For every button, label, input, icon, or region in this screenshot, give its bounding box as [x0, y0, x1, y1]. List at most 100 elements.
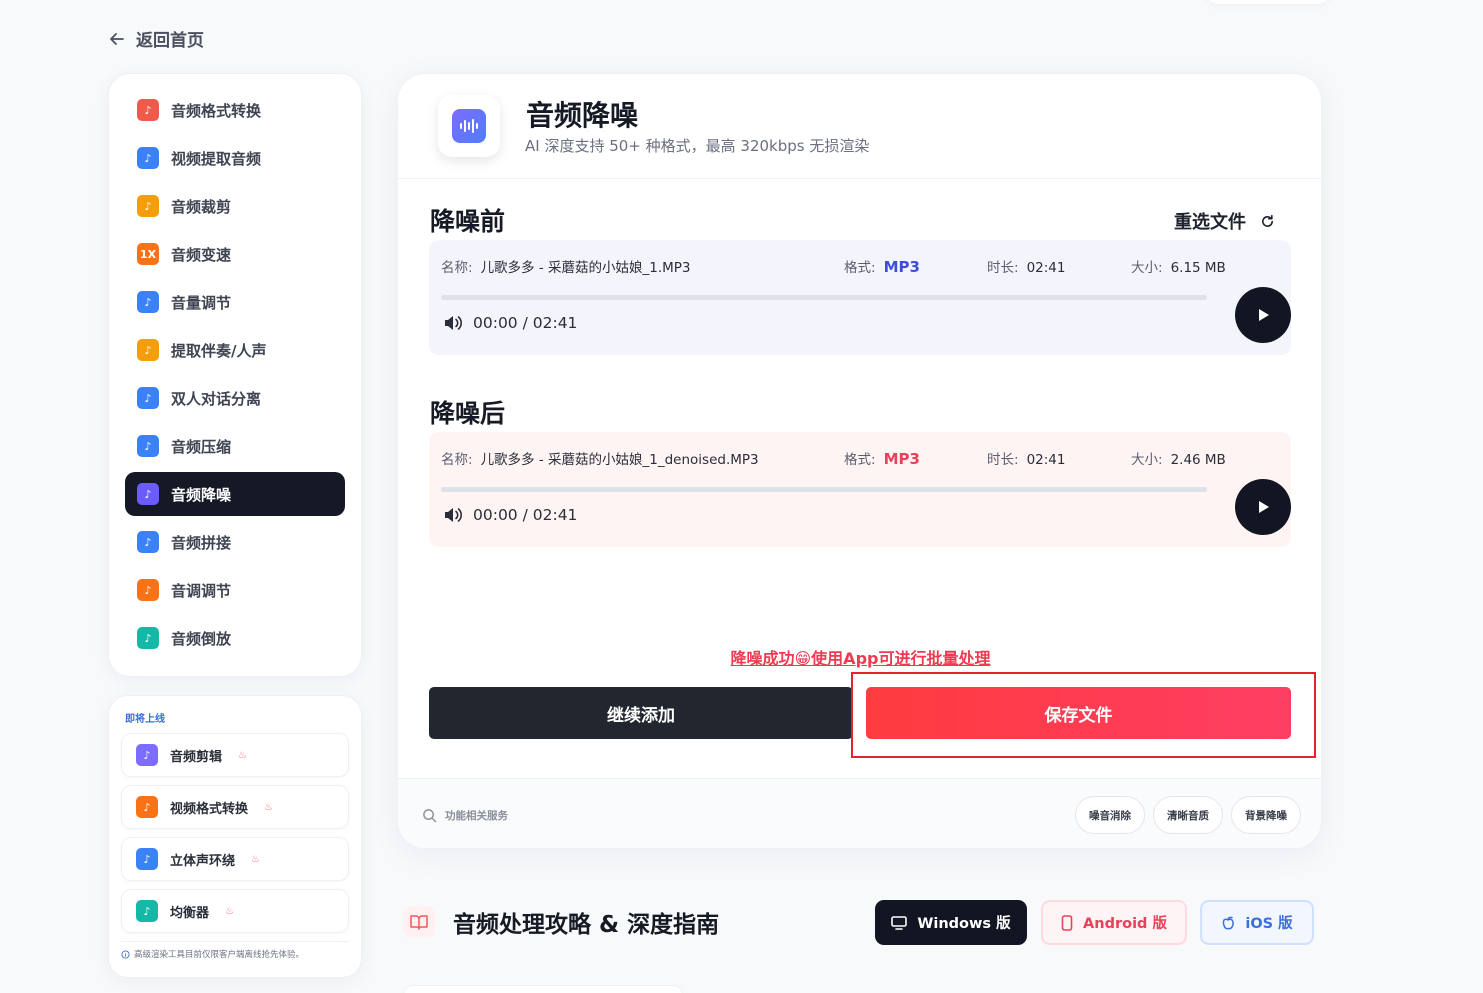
sidebar-item-7[interactable]: ♪ 音频压缩: [125, 424, 345, 468]
sidebar-item-9[interactable]: ♪ 音频拼接: [125, 520, 345, 564]
pitch-icon: ♪: [137, 579, 159, 601]
size-label: 大小:: [1131, 260, 1163, 276]
coming-soon-item-1[interactable]: ♪ 视频格式转换 ♨: [121, 785, 349, 829]
sidebar-item-0[interactable]: ♪ 音频格式转换: [125, 88, 345, 132]
apple-icon: [1223, 916, 1235, 930]
sidebar-item-label: 音量调节: [171, 293, 232, 312]
android-download-label: Android 版: [1083, 916, 1167, 932]
before-duration-value: 02:41: [1026, 260, 1066, 276]
phone-icon: [1061, 914, 1073, 931]
dialog-split-icon: ♪: [137, 387, 159, 409]
duration-label: 时长:: [987, 260, 1019, 276]
play-icon: [1259, 501, 1269, 513]
format-label: 格式:: [844, 452, 876, 468]
after-format-value: MP3: [883, 450, 920, 468]
page-subtitle: AI 深度支持 50+ 种格式，最高 320kbps 无损渲染: [525, 137, 870, 155]
next-card-peek: [403, 985, 683, 993]
before-format-value: MP3: [883, 258, 920, 276]
sidebar-item-label: 提取伴奏/人声: [171, 341, 267, 360]
after-duration-meta: 时长: 02:41: [987, 448, 1065, 468]
sidebar-item-1[interactable]: ♪ 视频提取音频: [125, 136, 345, 180]
coming-soon-label: 均衡器: [170, 905, 210, 921]
audio-edit-icon: ♪: [136, 744, 158, 766]
coming-soon-item-2[interactable]: ♪ 立体声环绕 ♨: [121, 837, 349, 881]
after-name-meta: 名称: 儿歌多多 - 采蘑菇的小姑娘_1_denoised.MP3: [441, 448, 759, 468]
speaker-icon[interactable]: [443, 506, 463, 524]
after-size-value: 2.46 MB: [1170, 452, 1226, 468]
coming-soon-note: 高级渲染工具目前仅限客户端离线抢先体验。: [121, 941, 349, 960]
reverse-icon: ♪: [137, 627, 159, 649]
coming-soon-label: 音频剪辑: [170, 749, 223, 765]
before-size-value: 6.15 MB: [1170, 260, 1226, 276]
before-section-title: 降噪前: [430, 207, 506, 236]
sidebar-item-3[interactable]: 1X 音频变速: [125, 232, 345, 276]
windows-download-label: Windows 版: [917, 916, 1011, 932]
before-progress-track[interactable]: [441, 295, 1207, 300]
card-body: 降噪前 重选文件 名称: 儿歌多多 - 采蘑菇的小姑娘_1.MP3 格式: MP3 …: [398, 180, 1321, 778]
after-size-meta: 大小: 2.46 MB: [1131, 448, 1226, 468]
sidebar-item-label: 音频裁剪: [171, 197, 232, 216]
after-time-display: 00:00 / 02:41: [443, 506, 577, 524]
coming-soon-item-3[interactable]: ♪ 均衡器 ♨: [121, 889, 349, 933]
back-home-link[interactable]: 返回首页: [108, 26, 204, 51]
after-duration-value: 02:41: [1026, 452, 1066, 468]
success-app-link[interactable]: 降噪成功😁使用App可进行批量处理: [398, 645, 1321, 669]
related-tag[interactable]: 清晰音质: [1153, 796, 1223, 834]
sidebar-item-label: 视频提取音频: [171, 149, 262, 168]
page-title: 音频降噪: [526, 99, 639, 132]
after-section-title: 降噪后: [430, 399, 506, 428]
sidebar-item-6[interactable]: ♪ 双人对话分离: [125, 376, 345, 420]
name-label: 名称:: [441, 260, 473, 276]
sidebar-item-5[interactable]: ♪ 提取伴奏/人声: [125, 328, 345, 372]
before-play-button[interactable]: [1235, 287, 1291, 343]
reselect-file-label: 重选文件: [1174, 212, 1246, 233]
after-progress-track[interactable]: [441, 487, 1207, 492]
sidebar-item-10[interactable]: ♪ 音调调节: [125, 568, 345, 612]
info-icon: [121, 949, 130, 959]
windows-download-button[interactable]: Windows 版: [875, 900, 1027, 945]
android-download-button[interactable]: Android 版: [1041, 900, 1187, 945]
monitor-icon: [891, 915, 908, 930]
save-file-button[interactable]: 保存文件: [866, 687, 1291, 739]
sidebar-item-8[interactable]: ♪ 音频降噪: [125, 472, 345, 516]
coming-soon-item-0[interactable]: ♪ 音频剪辑 ♨: [121, 733, 349, 777]
continue-add-button[interactable]: 继续添加: [429, 687, 853, 739]
related-services-label: 功能相关服务: [445, 810, 508, 822]
after-time-text: 00:00 / 02:41: [473, 506, 578, 524]
related-tag[interactable]: 噪音消除: [1075, 796, 1145, 834]
surround-icon: ♪: [136, 848, 158, 870]
book-icon: [403, 906, 435, 938]
sidebar-item-4[interactable]: ♪ 音量调节: [125, 280, 345, 324]
sidebar-item-label: 音频拼接: [171, 533, 232, 552]
scissors-music-icon: ♪: [137, 195, 159, 217]
video-convert-icon: ♪: [136, 796, 158, 818]
after-play-button[interactable]: [1235, 479, 1291, 535]
flame-icon: ♨: [225, 905, 234, 917]
volume-icon: ♪: [137, 291, 159, 313]
coming-soon-note-text: 高级渲染工具目前仅限客户端离线抢先体验。: [134, 950, 305, 960]
related-tag[interactable]: 背景降噪: [1231, 796, 1301, 834]
before-file-name: 儿歌多多 - 采蘑菇的小姑娘_1.MP3: [480, 260, 691, 276]
flame-icon: ♨: [238, 749, 247, 761]
guide-heading: 音频处理攻略 & 深度指南: [403, 905, 719, 939]
flame-icon: ♨: [251, 853, 260, 865]
ios-download-label: iOS 版: [1245, 916, 1293, 932]
denoise-icon: ♪: [137, 483, 159, 505]
before-time-display: 00:00 / 02:41: [443, 314, 577, 332]
sidebar-item-label: 音频降噪: [171, 485, 232, 504]
ios-download-button[interactable]: iOS 版: [1200, 900, 1314, 945]
equalizer-icon: ♪: [136, 900, 158, 922]
size-label: 大小:: [1131, 452, 1163, 468]
speaker-icon[interactable]: [443, 314, 463, 332]
after-format-meta: 格式: MP3: [844, 448, 920, 468]
sidebar-item-11[interactable]: ♪ 音频倒放: [125, 616, 345, 660]
guide-title: 音频处理攻略 & 深度指南: [453, 912, 720, 938]
reselect-file-button[interactable]: 重选文件: [1174, 208, 1275, 234]
sidebar-item-2[interactable]: ♪ 音频裁剪: [125, 184, 345, 228]
arrow-left-icon: [110, 32, 124, 45]
coming-soon-label: 视频格式转换: [170, 801, 249, 817]
sidebar-item-label: 音频压缩: [171, 437, 232, 456]
card-header: 音频降噪 AI 深度支持 50+ 种格式，最高 320kbps 无损渲染: [398, 74, 1321, 179]
before-audio-player: 名称: 儿歌多多 - 采蘑菇的小姑娘_1.MP3 格式: MP3 时长: 02:41 …: [429, 240, 1291, 355]
vocal-extract-icon: ♪: [137, 339, 159, 361]
